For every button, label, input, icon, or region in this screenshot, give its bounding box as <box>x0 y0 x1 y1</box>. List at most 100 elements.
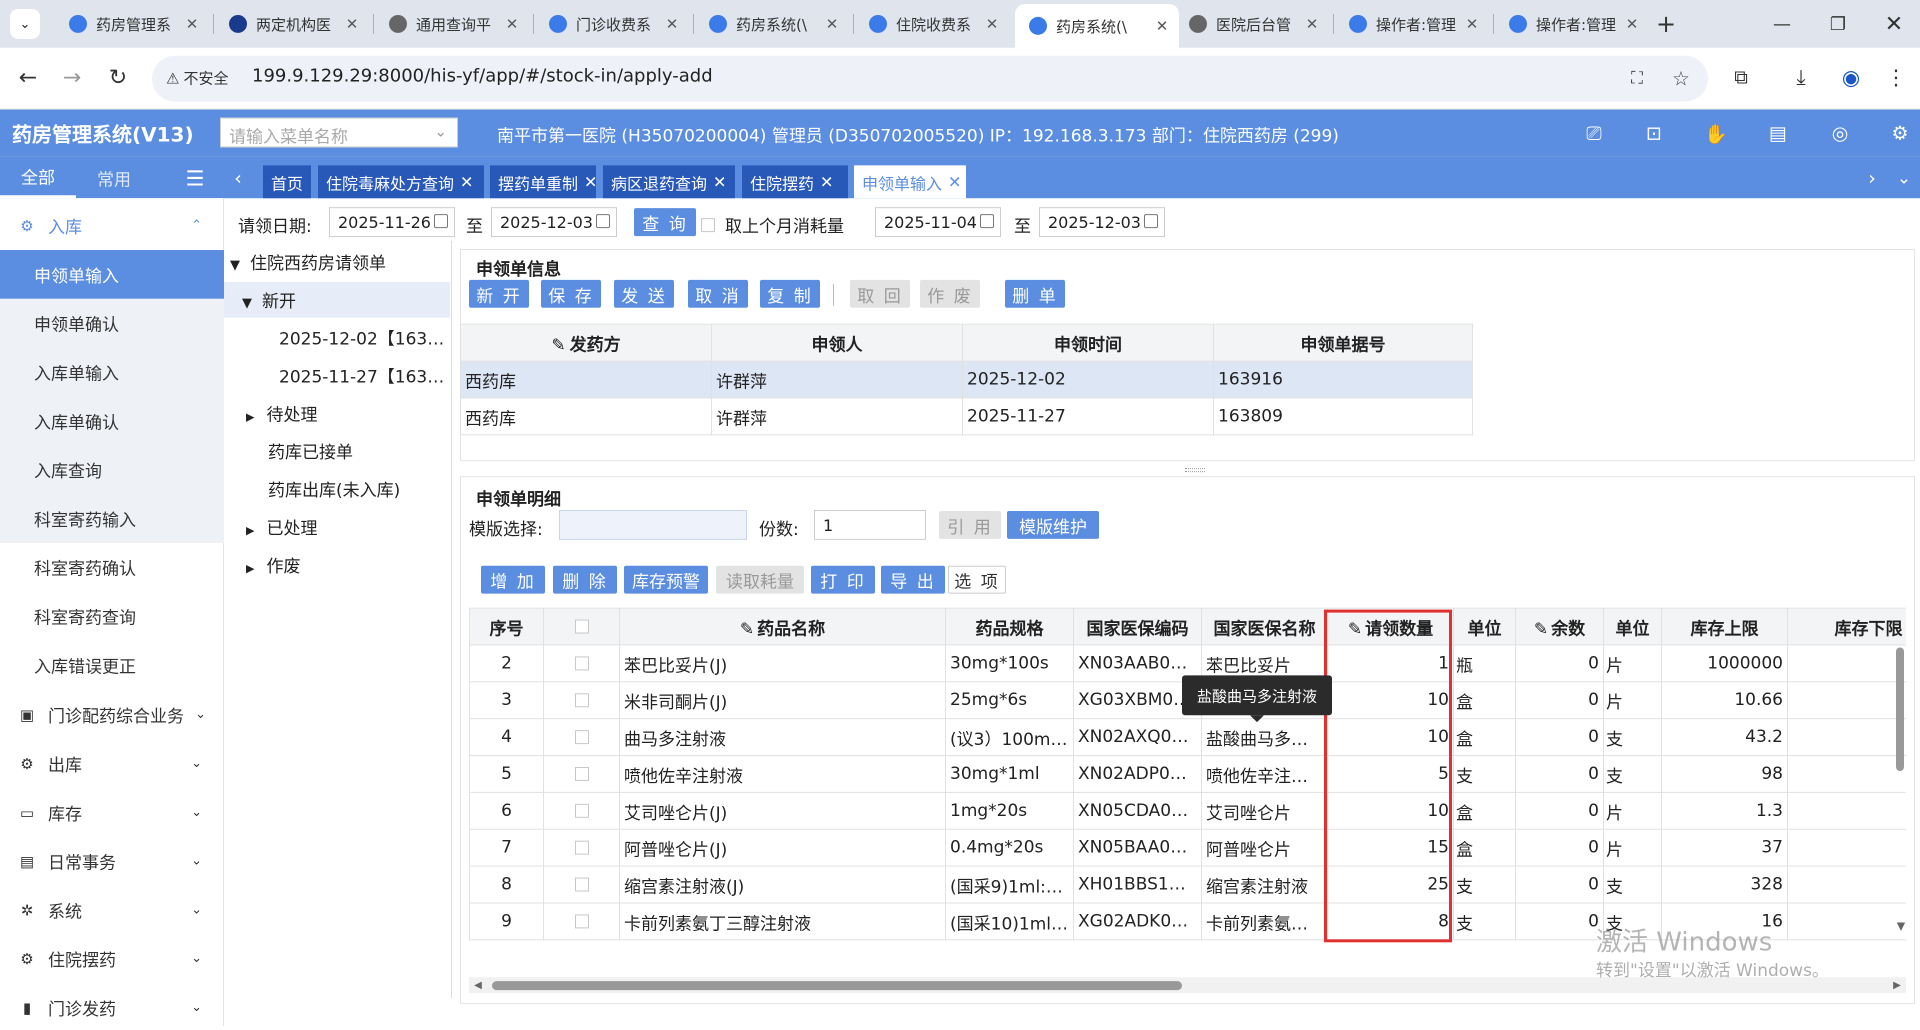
row-checkbox[interactable] <box>574 730 589 745</box>
browser-tab[interactable]: 药房管理系 ✕ <box>55 6 209 42</box>
vertical-scrollbar-thumb[interactable] <box>1896 647 1904 771</box>
app-tab[interactable]: 住院摆药 ✕ <box>742 165 848 199</box>
query-button[interactable]: 查 询 <box>634 208 696 237</box>
select-all-checkbox[interactable] <box>574 619 589 634</box>
row-checkbox-cell[interactable] <box>543 828 620 867</box>
detail-col-header[interactable]: 药品规格 <box>945 607 1074 646</box>
apply-action-button[interactable]: 保 存 <box>541 279 601 308</box>
detail-output-button[interactable]: 打 印 <box>811 565 875 594</box>
sidebar-item[interactable]: 入库错误更正 <box>0 640 224 689</box>
close-tab-icon[interactable]: ✕ <box>501 15 523 33</box>
close-window-icon[interactable]: ✕ <box>1874 8 1914 40</box>
profile-icon[interactable]: ◉ <box>1835 62 1867 94</box>
row-checkbox[interactable] <box>574 877 589 892</box>
detail-action-button[interactable]: 增 加 <box>481 565 545 594</box>
sidebar-group[interactable]: ▤ 日常事务 ⌄ <box>0 837 224 886</box>
month-from-input[interactable]: 2025-11-04 <box>875 207 1001 238</box>
row-checkbox[interactable] <box>574 840 589 855</box>
browser-tab[interactable]: 药房系统(\ ✕ <box>695 6 849 42</box>
sidebar-group[interactable]: ▭ 库存 ⌄ <box>0 788 224 837</box>
extensions-icon[interactable]: ⧉ <box>1725 62 1757 94</box>
tree-leaf[interactable]: 2025-11-27【163… <box>279 363 444 388</box>
app-tab[interactable]: 病区退药查询 ✕ <box>603 165 735 199</box>
document-icon[interactable]: ▤ <box>1764 120 1792 148</box>
sidebar-item[interactable]: 申领单确认 <box>0 298 224 348</box>
row-checkbox-cell[interactable] <box>543 718 620 757</box>
close-tab-icon[interactable]: ✕ <box>820 172 833 191</box>
date-to-input[interactable]: 2025-12-03 <box>491 207 617 238</box>
url-text[interactable]: 199.9.129.29:8000/his-yf/app/#/stock-in/… <box>252 66 713 87</box>
table-row[interactable]: 8 缩宫素注射液(J) (国采9)1ml:… XH01BBS1… 缩宫素注射液 25 支 0 支… <box>469 865 1906 904</box>
eye-icon[interactable]: ◎ <box>1826 120 1854 148</box>
horizontal-scrollbar-thumb[interactable] <box>492 981 1182 991</box>
detail-action-button[interactable]: 删 除 <box>553 565 617 594</box>
row-checkbox[interactable] <box>574 656 589 671</box>
apply-col-header[interactable]: 申领单据号 <box>1213 323 1473 362</box>
menu-search-input[interactable]: 请输入菜单名称 ⌄ <box>220 117 458 148</box>
reload-icon[interactable]: ↻ <box>102 62 134 94</box>
close-tab-icon[interactable]: ✕ <box>1151 17 1173 35</box>
detail-action-button[interactable]: 库存预警 <box>624 565 708 594</box>
close-tab-icon[interactable]: ✕ <box>948 172 961 191</box>
detail-col-header[interactable]: 国家医保编码 <box>1073 607 1202 646</box>
app-tab[interactable]: 首页 <box>263 165 311 199</box>
insecure-badge[interactable]: ⚠ 不安全 <box>166 68 228 89</box>
close-tab-icon[interactable]: ✕ <box>1461 15 1483 33</box>
close-tab-icon[interactable]: ✕ <box>1621 15 1643 33</box>
apply-col-header[interactable]: 申领人 <box>711 323 963 362</box>
browser-tab[interactable]: 通用查询平 ✕ <box>375 6 529 42</box>
sidebar-group[interactable]: ⚙ 住院摆药 ⌄ <box>0 934 224 983</box>
apply-col-header[interactable]: ✎ 发药方 <box>460 323 712 362</box>
back-icon[interactable]: ← <box>12 62 44 94</box>
new-tab-button[interactable]: + <box>1650 8 1682 40</box>
tree-node-pending[interactable]: ▶ 待处理 <box>246 400 317 425</box>
app-tab[interactable]: 摆药单重制 ✕ <box>490 165 597 199</box>
detail-output-button[interactable]: 导 出 <box>881 565 945 594</box>
detail-col-header[interactable]: ✎ 药品名称 <box>619 607 946 646</box>
read-consumption-button[interactable]: 读取耗量 <box>716 565 804 594</box>
template-maintain-button[interactable]: 模版维护 <box>1007 510 1099 539</box>
splitter-handle[interactable] <box>1185 468 1205 473</box>
row-checkbox-cell[interactable] <box>543 755 620 793</box>
options-button[interactable]: 选 项 <box>948 565 1006 594</box>
row-checkbox[interactable] <box>574 803 589 818</box>
browser-tab[interactable]: 操作者:管理 ✕ <box>1495 6 1649 42</box>
detail-col-header[interactable]: 库存下限 <box>1787 607 1906 646</box>
delete-apply-button[interactable]: 删 单 <box>1005 279 1065 308</box>
apply-disabled-button[interactable]: 作 废 <box>920 279 980 308</box>
translate-icon[interactable]: ⛶ <box>1622 64 1652 94</box>
row-checkbox[interactable] <box>574 914 589 929</box>
restore-icon[interactable]: ❐ <box>1818 8 1858 40</box>
detail-col-header[interactable]: 国家医保名称 <box>1201 607 1328 646</box>
quote-button[interactable]: 引 用 <box>939 510 1001 539</box>
sidebar-group[interactable]: ⚙ 出库 ⌄ <box>0 739 224 788</box>
sidebar-group[interactable]: ✲ 系统 ⌄ <box>0 886 224 935</box>
sidebar-item[interactable]: 科室寄药确认 <box>0 543 224 592</box>
screen-icon[interactable]: ⊡ <box>1640 120 1668 148</box>
close-tab-icon[interactable]: ✕ <box>821 15 843 33</box>
close-tab-icon[interactable]: ✕ <box>713 172 726 191</box>
tree-node-out[interactable]: 药库出库(未入库) <box>268 476 400 501</box>
row-checkbox[interactable] <box>574 693 589 708</box>
apply-row[interactable]: 西药库 许群萍 2025-11-27 163809 <box>460 397 1473 436</box>
forward-icon[interactable]: → <box>56 62 88 94</box>
minimize-icon[interactable]: — <box>1762 8 1802 40</box>
sidebar-group[interactable]: ▣ 门诊配药综合业务 ⌄ <box>0 690 224 739</box>
settings-gear-icon[interactable]: ⚙ <box>1886 120 1914 148</box>
menu-tab-all[interactable]: 全部 <box>0 156 76 199</box>
monitor-icon[interactable]: ⎚ <box>1580 120 1608 148</box>
download-icon[interactable]: ⤓ <box>1785 62 1817 94</box>
detail-col-header[interactable]: 单位 <box>1603 607 1662 646</box>
close-tab-icon[interactable]: ✕ <box>584 172 597 191</box>
tabs-scroll-right-icon[interactable]: › <box>1860 164 1884 192</box>
browser-tab[interactable]: 医院后台管 ✕ <box>1175 6 1329 42</box>
browser-tab[interactable]: 两定机构医 ✕ <box>215 6 369 42</box>
hand-icon[interactable]: ✋ <box>1702 120 1730 148</box>
menu-kebab-icon[interactable]: ⋮ <box>1880 62 1912 94</box>
apply-action-button[interactable]: 发 送 <box>614 279 674 308</box>
tree-node-void[interactable]: ▶ 作废 <box>246 552 300 577</box>
sidebar-group-stock-in[interactable]: ⚙ 入库 ⌃ <box>0 201 224 250</box>
bookmark-star-icon[interactable]: ☆ <box>1666 64 1696 94</box>
tree-node-new[interactable]: ▼ 新开 <box>242 287 296 312</box>
sidebar-item[interactable]: 入库单输入 <box>0 347 224 397</box>
